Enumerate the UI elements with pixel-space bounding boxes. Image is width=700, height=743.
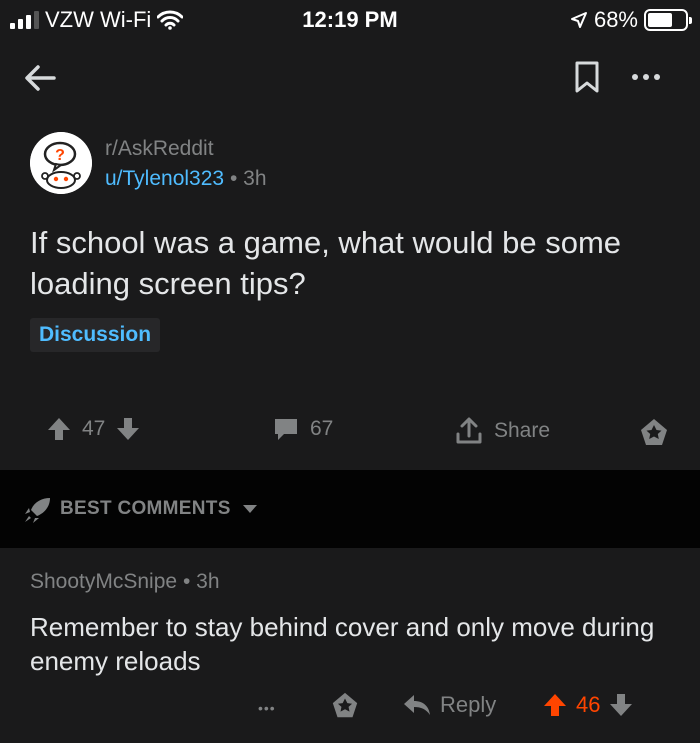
back-arrow-icon[interactable] — [22, 60, 58, 96]
comments-sort-bar: BEST COMMENTS — [0, 470, 700, 548]
comment-item: ShootyMcSnipe • 3h Remember to stay behi… — [0, 548, 700, 743]
upvote-icon[interactable] — [542, 692, 568, 718]
comment-count: 67 — [310, 417, 334, 440]
downvote-icon[interactable] — [608, 692, 634, 718]
status-bar: VZW Wi-Fi 12:19 PM 68% — [0, 0, 700, 40]
battery-percent: 68% — [593, 7, 638, 32]
upvote-icon[interactable] — [46, 416, 72, 442]
subreddit-avatar[interactable]: ? — [30, 132, 92, 194]
award-icon — [332, 692, 358, 718]
post-action-bar: 47 67 Share — [0, 408, 700, 456]
more-dots: ••• — [258, 700, 276, 716]
subreddit-name[interactable]: r/AskReddit — [105, 137, 214, 161]
comment-more-button[interactable]: ••• — [258, 700, 276, 716]
post-flair[interactable]: Discussion — [30, 318, 161, 352]
reply-arrow-icon — [404, 695, 430, 715]
comment-vote-group: 46 — [542, 692, 634, 718]
comment-body: Remember to stay behind cover and only m… — [30, 612, 655, 676]
comment-author[interactable]: ShootyMcSnipe — [30, 570, 177, 593]
top-nav — [0, 52, 700, 102]
share-label: Share — [494, 419, 551, 442]
comment-action-bar: ••• Reply 46 — [0, 688, 700, 728]
bookmark-icon[interactable] — [573, 60, 601, 94]
downvote-icon[interactable] — [115, 416, 141, 442]
sort-label: BEST COMMENTS — [60, 498, 231, 519]
comments-button[interactable]: 67 — [272, 416, 333, 442]
post-author-line: u/Tylenol323 • 3h — [105, 167, 267, 191]
status-right: 68% — [570, 7, 692, 33]
svg-text:?: ? — [55, 147, 65, 164]
meta-separator: • — [229, 167, 238, 190]
comment-age: 3h — [196, 570, 220, 593]
battery-icon — [644, 9, 692, 31]
post-vote-group: 47 — [46, 416, 141, 442]
post-author[interactable]: u/Tylenol323 — [105, 167, 224, 190]
comment-award-button[interactable] — [330, 690, 360, 720]
post-header: ? r/AskReddit u/Tylenol323 • 3h — [30, 132, 670, 196]
award-icon — [641, 419, 667, 445]
caret-down-icon — [243, 504, 258, 513]
askreddit-logo-icon: ? — [30, 132, 92, 194]
share-icon — [456, 417, 482, 444]
comment-meta: ShootyMcSnipe • 3h — [30, 570, 220, 594]
post-score: 47 — [82, 417, 106, 440]
comment-bubble-icon — [275, 419, 297, 440]
sort-selector[interactable]: BEST COMMENTS — [60, 498, 258, 520]
location-arrow-icon — [570, 12, 587, 28]
meta-separator: • — [182, 570, 191, 593]
post-title: If school was a game, what would be some… — [30, 225, 622, 301]
share-button[interactable]: Share — [454, 416, 550, 446]
rocket-icon — [25, 498, 50, 523]
comment-score: 46 — [576, 692, 601, 717]
more-options-icon[interactable] — [624, 60, 668, 94]
award-button[interactable] — [638, 416, 670, 448]
post-age: 3h — [243, 167, 267, 190]
reply-label: Reply — [440, 692, 497, 717]
comment-reply-button[interactable]: Reply — [402, 692, 496, 718]
